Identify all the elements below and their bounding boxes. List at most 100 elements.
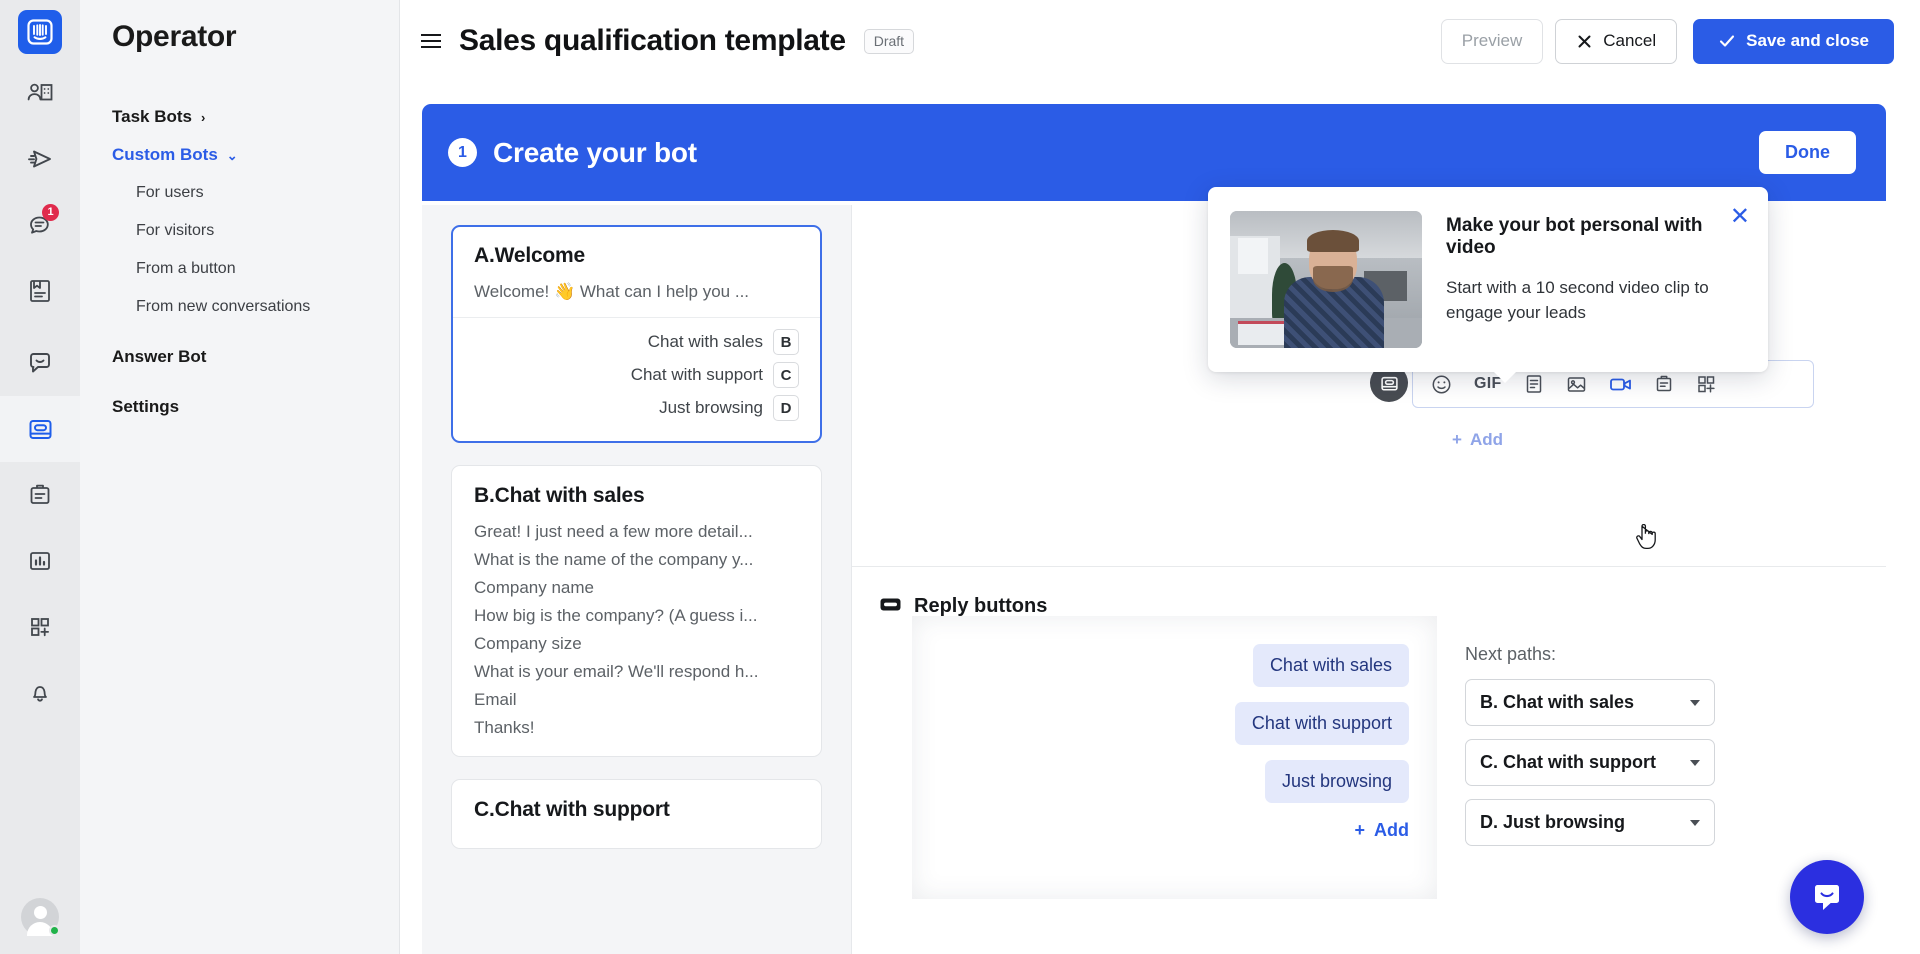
chevron-down-icon: [1690, 699, 1700, 706]
sidebar-item-custom-bots[interactable]: Custom Bots ⌄: [102, 136, 377, 174]
path-reply-row[interactable]: Chat with sales B: [474, 329, 799, 356]
sidebar-item-label: Task Bots: [112, 107, 192, 126]
rail-item-outbound[interactable]: [0, 462, 80, 528]
path-card-line: Email: [474, 690, 517, 710]
path-card-line: Company name: [474, 578, 595, 598]
reply-buttons-title: Reply buttons: [914, 595, 1048, 617]
add-reply-label: Add: [1374, 820, 1409, 840]
close-icon[interactable]: ✕: [1730, 205, 1750, 229]
menu-hamburger-icon[interactable]: [421, 34, 441, 48]
path-card-line: Great! I just need a few more detail...: [474, 522, 753, 542]
path-card-a-welcome[interactable]: A.Welcome Welcome! 👋 What can I help you…: [451, 225, 822, 444]
intercom-logo-icon[interactable]: [18, 10, 62, 54]
add-message-button[interactable]: + Add: [1452, 430, 1503, 450]
main-content: Sales qualification template Draft Previ…: [401, 0, 1920, 954]
intercom-messenger-launcher[interactable]: [1790, 860, 1864, 934]
next-path-select-d[interactable]: D. Just browsing: [1465, 799, 1715, 846]
paths-list: A.Welcome Welcome! 👋 What can I help you…: [422, 205, 852, 954]
rail-item-messenger[interactable]: [0, 330, 80, 396]
path-reply-key: C: [773, 362, 799, 389]
close-x-icon: [1576, 33, 1593, 50]
sidebar-item-settings[interactable]: Settings: [102, 388, 377, 426]
rail-item-articles[interactable]: [0, 258, 80, 324]
chevron-down-icon: [1690, 759, 1700, 766]
next-path-select-b[interactable]: B. Chat with sales: [1465, 679, 1715, 726]
message-section: GIF + Add Make your bot personal with vi…: [852, 187, 1886, 567]
preview-button[interactable]: Preview: [1440, 18, 1544, 64]
divider: [453, 317, 820, 319]
chevron-down-icon: [1690, 819, 1700, 826]
sidebar-item-task-bots[interactable]: Task Bots ›: [102, 98, 377, 136]
next-path-select-c[interactable]: C. Chat with support: [1465, 739, 1715, 786]
cancel-button[interactable]: Cancel: [1555, 18, 1678, 64]
path-detail-pane: GIF + Add Make your bot personal with vi…: [852, 187, 1886, 954]
done-button[interactable]: Done: [1759, 131, 1856, 174]
path-card-line: How big is the company? (A guess i...: [474, 606, 758, 626]
sidebar-item-label: Answer Bot: [112, 347, 207, 366]
path-reply-row[interactable]: Just browsing D: [474, 395, 799, 422]
rail-item-operator-bots[interactable]: [0, 396, 80, 462]
app-add-icon[interactable]: [1696, 374, 1716, 394]
avatar[interactable]: [21, 898, 60, 936]
path-card-title: C.Chat with support: [474, 798, 670, 822]
sidebar-title: Operator: [112, 20, 237, 53]
emoji-icon[interactable]: [1431, 374, 1452, 395]
rail-item-apps[interactable]: [0, 594, 80, 660]
next-paths-panel: Next paths: B. Chat with sales C. Chat w…: [1437, 644, 1886, 859]
sidebar-item-from-new-conversations[interactable]: From new conversations: [102, 288, 377, 326]
sidebar-item-for-visitors[interactable]: For visitors: [102, 212, 377, 250]
sidebar-item-for-users[interactable]: For users: [102, 174, 377, 212]
reply-buttons-section: Reply buttons Chat with sales Chat with …: [852, 567, 1886, 859]
video-icon[interactable]: [1609, 374, 1632, 395]
rail-item-contacts[interactable]: [0, 60, 80, 126]
rail-item-send-message[interactable]: [0, 126, 80, 192]
preview-button-label: Preview: [1461, 31, 1523, 50]
path-reply-label: Chat with support: [630, 365, 763, 385]
add-message-label: Add: [1469, 430, 1503, 449]
add-reply-button[interactable]: + Add: [1354, 820, 1409, 841]
plus-icon: +: [1354, 820, 1365, 840]
save-and-close-label: Save and close: [1746, 31, 1869, 50]
path-card-line: What is the name of the company y...: [474, 550, 754, 570]
cancel-button-label: Cancel: [1603, 31, 1657, 50]
video-thumbnail[interactable]: [1230, 211, 1422, 348]
sidebar-item-answer-bot[interactable]: Answer Bot: [102, 338, 377, 376]
path-reply-label: Chat with sales: [647, 332, 763, 352]
rail-item-reports[interactable]: [0, 528, 80, 594]
banner-title: Create your bot: [493, 136, 697, 168]
conversations-badge: 1: [42, 204, 59, 221]
path-reply-row[interactable]: Chat with support C: [474, 362, 799, 389]
bot-editor: A.Welcome Welcome! 👋 What can I help you…: [422, 187, 1886, 954]
next-path-value: C. Chat with support: [1480, 752, 1656, 772]
rail-item-conversations[interactable]: 1: [0, 192, 80, 258]
next-paths-label: Next paths:: [1465, 644, 1557, 664]
path-card-line: What is your email? We'll respond h...: [474, 662, 759, 682]
page-title: Sales qualification template: [459, 24, 846, 57]
image-icon[interactable]: [1566, 374, 1587, 395]
sidebar-item-label: Settings: [112, 397, 180, 416]
path-card-b-chat-with-sales[interactable]: B.Chat with sales Great! I just need a f…: [451, 465, 822, 758]
path-reply-key: D: [773, 395, 799, 422]
reply-chip[interactable]: Chat with support: [1234, 702, 1409, 745]
step-number-badge: 1: [448, 138, 477, 167]
plus-icon: +: [1452, 430, 1462, 449]
path-card-line: Welcome! 👋 What can I help you ...: [474, 282, 750, 301]
clipboard-icon[interactable]: [1654, 374, 1674, 394]
online-status-dot: [49, 925, 60, 936]
popup-arrow: [1493, 371, 1517, 383]
next-path-value: B. Chat with sales: [1480, 692, 1635, 712]
rail-item-notifications[interactable]: [0, 660, 80, 726]
popup-body: Start with a 10 second video clip to eng…: [1446, 278, 1709, 323]
chevron-right-icon: ›: [201, 109, 206, 125]
path-reply-key: B: [773, 329, 799, 356]
path-card-line: Company size: [474, 634, 582, 654]
sidebar: Operator Task Bots › Custom Bots ⌄ For u…: [80, 0, 400, 954]
reply-chip[interactable]: Just browsing: [1264, 760, 1409, 803]
article-icon[interactable]: [1524, 374, 1544, 394]
reply-chip[interactable]: Chat with sales: [1252, 644, 1409, 687]
save-and-close-button[interactable]: Save and close: [1693, 18, 1894, 64]
path-card-c-chat-with-support[interactable]: C.Chat with support: [451, 779, 822, 850]
sidebar-item-from-a-button[interactable]: From a button: [102, 250, 377, 288]
video-promo-popup: Make your bot personal with video Start …: [1208, 187, 1768, 383]
sidebar-item-label: Custom Bots: [112, 145, 218, 164]
